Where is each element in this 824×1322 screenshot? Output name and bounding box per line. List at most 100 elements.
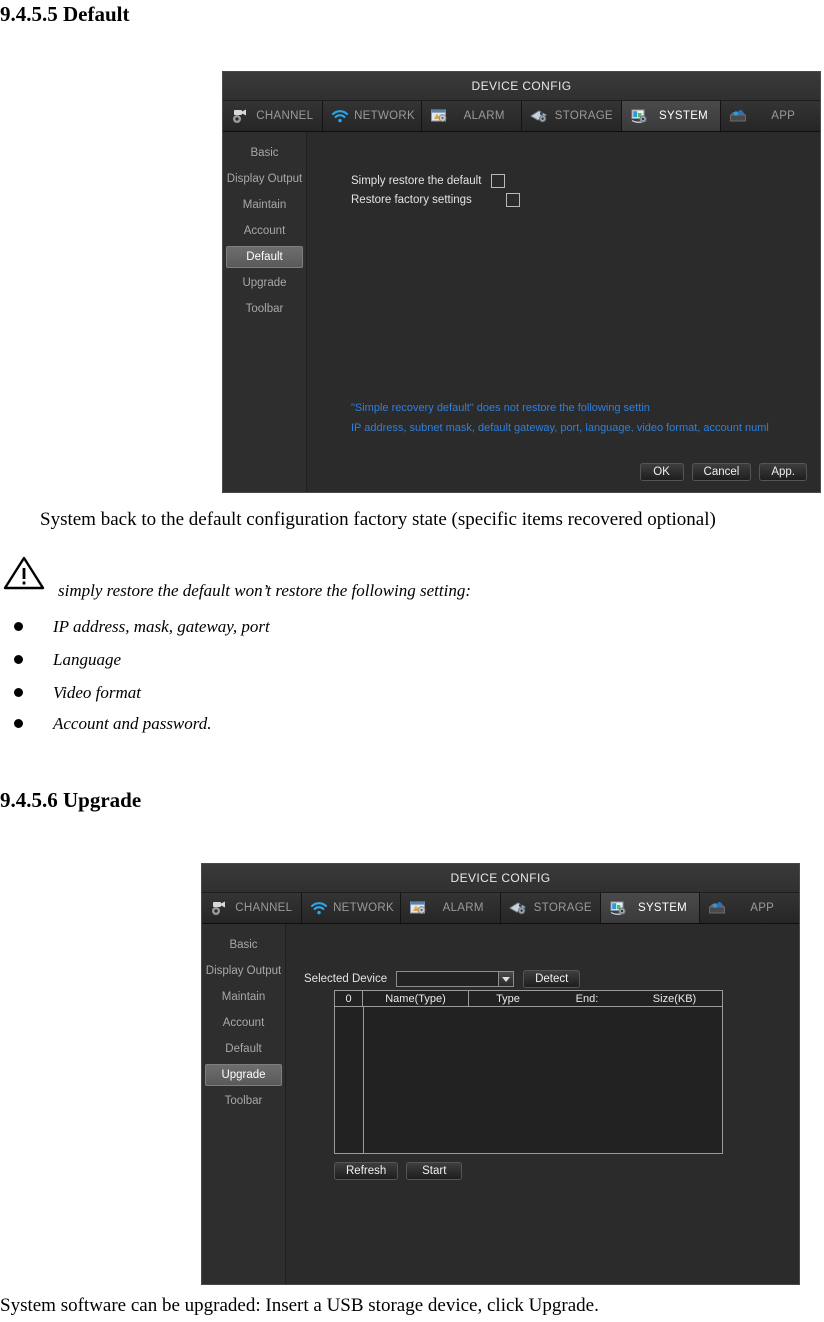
storage-icon [530, 108, 548, 124]
tab-channel[interactable]: CHANNEL [223, 101, 323, 131]
sidebar-item-display-output[interactable]: Display Output [226, 168, 303, 190]
sidebar-item-label: Account [222, 1017, 265, 1029]
start-button[interactable]: Start [406, 1162, 463, 1180]
sidebar-item-default[interactable]: Default [226, 246, 303, 268]
app-icon [729, 108, 747, 124]
tab-system[interactable]: SYSTEM [600, 893, 701, 923]
tab-app-label: APP [771, 110, 796, 122]
sidebar-item-basic[interactable]: Basic [226, 142, 303, 164]
col-name-header: Name(Type) [363, 991, 469, 1006]
sidebar-item-label: Basic [229, 939, 258, 951]
tab-network-label: NETWORK [333, 902, 394, 914]
sidebar-item-label: Upgrade [242, 277, 287, 289]
checkbox-label: Simply restore the default [351, 175, 482, 187]
action-button-row: OK Cancel App. [639, 463, 807, 481]
sidebar-item-label: Toolbar [224, 1095, 263, 1107]
list-item: Account and password. [14, 714, 212, 734]
sidebar-item-toolbar[interactable]: Toolbar [205, 1090, 282, 1112]
tab-alarm-label: ALARM [442, 902, 484, 914]
sidebar-item-basic[interactable]: Basic [205, 934, 282, 956]
col-index-header: 0 [335, 991, 363, 1006]
warning-note-text: simply restore the default won’t restore… [58, 581, 471, 600]
checkbox-row-restore-factory[interactable]: Restore factory settings [351, 193, 520, 207]
sidebar-item-account[interactable]: Account [205, 1012, 282, 1034]
tab-app[interactable]: APP [721, 101, 820, 131]
tab-channel[interactable]: CHANNEL [202, 893, 302, 923]
tab-network[interactable]: NETWORK [301, 893, 402, 923]
tab-alarm[interactable]: ALARM [401, 893, 502, 923]
checkbox-label: Restore factory settings [351, 194, 472, 206]
section-heading-upgrade: 9.4.5.6 Upgrade [0, 788, 142, 812]
bullet-icon [14, 622, 23, 631]
storage-icon [509, 900, 527, 916]
tab-network[interactable]: NETWORK [322, 101, 423, 131]
sidebar-item-upgrade[interactable]: Upgrade [205, 1064, 282, 1086]
device-file-table[interactable]: 0 Name(Type) Type End: Size(KB) [334, 990, 723, 1154]
tab-channel-label: CHANNEL [256, 110, 314, 122]
checkbox-row-simply-restore[interactable]: Simply restore the default [351, 174, 506, 188]
tab-storage[interactable]: STORAGE [501, 893, 601, 923]
device-config-window-upgrade: DEVICE CONFIG CHANNEL NETWORK ALARM STOR… [201, 863, 800, 1285]
tab-app[interactable]: APP [700, 893, 799, 923]
alarm-icon [409, 900, 427, 916]
sidebar-item-label: Display Output [226, 173, 303, 185]
tab-app-label: APP [750, 902, 775, 914]
sidebar-item-label: Maintain [242, 199, 287, 211]
window-title: DEVICE CONFIG [471, 79, 572, 93]
tab-storage-label: STORAGE [554, 110, 613, 122]
sidebar-item-maintain[interactable]: Maintain [226, 194, 303, 216]
warning-triangle-icon [3, 556, 45, 590]
sidebar-item-maintain[interactable]: Maintain [205, 986, 282, 1008]
window-title-bar: DEVICE CONFIG [202, 864, 799, 893]
paragraph-upgrade-description: System software can be upgraded: Insert … [0, 1295, 599, 1316]
tab-storage-label: STORAGE [533, 902, 592, 914]
tab-system-label: SYSTEM [658, 110, 709, 122]
content-area: Selected Device Detect 0 Name(Type) Type… [286, 924, 799, 1284]
list-item: Video format [14, 683, 141, 703]
sidebar-item-label: Maintain [221, 991, 266, 1003]
alarm-icon [430, 108, 448, 124]
window-title: DEVICE CONFIG [450, 871, 551, 885]
sidebar-item-display-output[interactable]: Display Output [205, 960, 282, 982]
system-icon [630, 108, 648, 124]
tab-storage[interactable]: STORAGE [522, 101, 622, 131]
sidebar: Basic Display Output Maintain Account De… [223, 132, 307, 492]
sidebar-item-account[interactable]: Account [226, 220, 303, 242]
refresh-button[interactable]: Refresh [334, 1162, 399, 1180]
detect-button[interactable]: Detect [523, 970, 581, 988]
panel-body: Basic Display Output Maintain Account De… [223, 132, 820, 492]
section-heading-default: 9.4.5.5 Default [0, 2, 130, 26]
list-item-label: IP address, mask, gateway, port [53, 617, 270, 636]
sidebar-item-upgrade[interactable]: Upgrade [226, 272, 303, 294]
table-index-column [335, 1007, 364, 1154]
tab-system[interactable]: SYSTEM [621, 101, 722, 131]
app-icon [708, 900, 726, 916]
paragraph-default-description: System back to the default configuration… [40, 509, 716, 530]
sidebar-item-label: Default [246, 251, 283, 263]
selected-device-row: Selected Device Detect [304, 970, 581, 988]
cancel-button[interactable]: Cancel [691, 463, 752, 481]
apply-button[interactable]: App. [759, 463, 807, 481]
col-end-header: End: [575, 992, 599, 1005]
list-item: Language [14, 650, 121, 670]
chevron-down-icon[interactable] [498, 972, 514, 986]
content-area: Simply restore the default Restore facto… [307, 132, 820, 492]
device-config-window-default: DEVICE CONFIG CHANNEL NETWORK ALARM STOR… [222, 71, 821, 493]
sidebar-item-default[interactable]: Default [205, 1038, 282, 1060]
tab-alarm-label: ALARM [463, 110, 505, 122]
bullet-icon [14, 719, 23, 728]
tab-alarm[interactable]: ALARM [422, 101, 523, 131]
sidebar-item-label: Account [243, 225, 286, 237]
restore-factory-checkbox[interactable] [505, 193, 520, 207]
list-item-label: Account and password. [53, 714, 212, 733]
col-type-header: Type [496, 992, 520, 1005]
ok-button[interactable]: OK [639, 463, 684, 481]
simply-restore-checkbox[interactable] [491, 174, 506, 188]
selected-device-dropdown[interactable] [396, 971, 515, 987]
sidebar-item-toolbar[interactable]: Toolbar [226, 298, 303, 320]
sidebar-item-label: Default [225, 1043, 262, 1055]
note-line-2: IP address, subnet mask, default gateway… [351, 422, 769, 434]
tab-system-label: SYSTEM [637, 902, 688, 914]
camera-icon [231, 108, 249, 124]
selected-device-label: Selected Device [304, 973, 388, 985]
